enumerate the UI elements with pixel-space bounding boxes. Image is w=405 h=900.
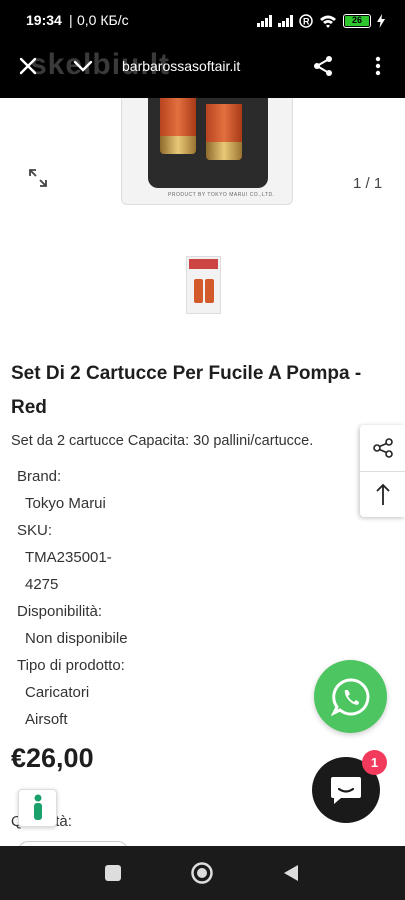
whatsapp-icon: [330, 677, 369, 716]
product-type-value-line2[interactable]: Airsoft: [25, 711, 68, 728]
product-type-value-line1[interactable]: Caricatori: [25, 684, 89, 701]
brand-value[interactable]: Tokyo Marui: [25, 495, 106, 512]
close-tab-button[interactable]: [14, 52, 42, 80]
sku-value-line2: 4275: [25, 576, 59, 593]
status-indicators: R 26: [257, 11, 385, 31]
registered-icon: R: [299, 14, 313, 28]
product-image[interactable]: PRODUCT BY TOKYO MARUI CO.,LTD.: [121, 98, 293, 205]
package-caption: PRODUCT BY TOKYO MARUI CO.,LTD.: [168, 192, 275, 198]
share-icon: [372, 438, 393, 458]
arrow-up-icon: [375, 483, 390, 505]
battery-icon: 26: [343, 14, 371, 28]
brand-label: Brand:: [17, 468, 62, 485]
status-time: 19:34: [26, 12, 62, 28]
square-icon: [105, 865, 121, 881]
system-nav-bar: [0, 846, 405, 900]
chevron-down-icon: [73, 60, 93, 72]
recents-button[interactable]: [100, 860, 126, 886]
share-product-button[interactable]: [360, 425, 405, 471]
svg-text:R: R: [303, 17, 310, 27]
browser-top-bar: 19:34 | 0,0 КБ/с R 26 skelbiu.lt barbaro…: [0, 0, 405, 98]
scroll-to-top-button[interactable]: [360, 472, 405, 518]
zoom-button[interactable]: [28, 168, 48, 188]
product-thumbnail[interactable]: [186, 256, 221, 314]
charging-icon: [377, 14, 385, 28]
more-menu-button[interactable]: [364, 52, 392, 80]
availability-label: Disponibilità:: [17, 603, 103, 620]
home-button[interactable]: [189, 860, 215, 886]
accessibility-icon: [33, 794, 42, 820]
circle-icon: [191, 862, 213, 884]
image-counter: 1 / 1: [353, 175, 383, 192]
whatsapp-button[interactable]: [314, 660, 387, 733]
chat-unread-badge: 1: [362, 750, 387, 775]
signal-icon: [257, 15, 272, 27]
battery-level: 26: [351, 15, 362, 25]
status-bar: 19:34 | 0,0 КБ/с R 26: [0, 0, 405, 42]
back-button[interactable]: [278, 860, 304, 886]
status-net-speed: 0,0 КБ/с: [77, 12, 129, 28]
more-vert-icon: [375, 56, 381, 76]
expand-icon: [29, 169, 47, 187]
accessibility-button[interactable]: [18, 789, 57, 827]
product-type-label: Tipo di prodotto:: [17, 657, 125, 674]
cartridge-package: [148, 98, 268, 188]
wifi-icon: [320, 15, 336, 28]
share-button[interactable]: [309, 52, 337, 80]
signal-icon-2: [278, 15, 293, 27]
product-price: €26,00: [11, 743, 94, 773]
url-bar: skelbiu.lt barbarossasoftair.it: [0, 44, 405, 88]
close-icon: [19, 57, 37, 75]
side-toolbar: [360, 425, 405, 517]
product-title: Set Di 2 Cartucce Per Fucile A Pompa - R…: [11, 363, 362, 418]
triangle-back-icon: [284, 865, 298, 881]
cartridge-shell: [206, 104, 242, 160]
status-separator: |: [69, 12, 73, 28]
product-description: Set da 2 cartucce Capacita: 30 pallini/c…: [11, 433, 314, 449]
sku-label: SKU:: [17, 522, 53, 539]
share-icon: [314, 56, 332, 76]
product-gallery: PRODUCT BY TOKYO MARUI CO.,LTD. 1 / 1: [0, 98, 405, 328]
availability-value: Non disponibile: [25, 630, 128, 647]
minimize-button[interactable]: [69, 52, 97, 80]
url-text[interactable]: barbarossasoftair.it: [122, 58, 240, 74]
chat-bubble-icon: [331, 777, 361, 804]
cartridge-shell: [160, 98, 196, 154]
sku-value-line1: TMA235001-: [25, 549, 112, 566]
